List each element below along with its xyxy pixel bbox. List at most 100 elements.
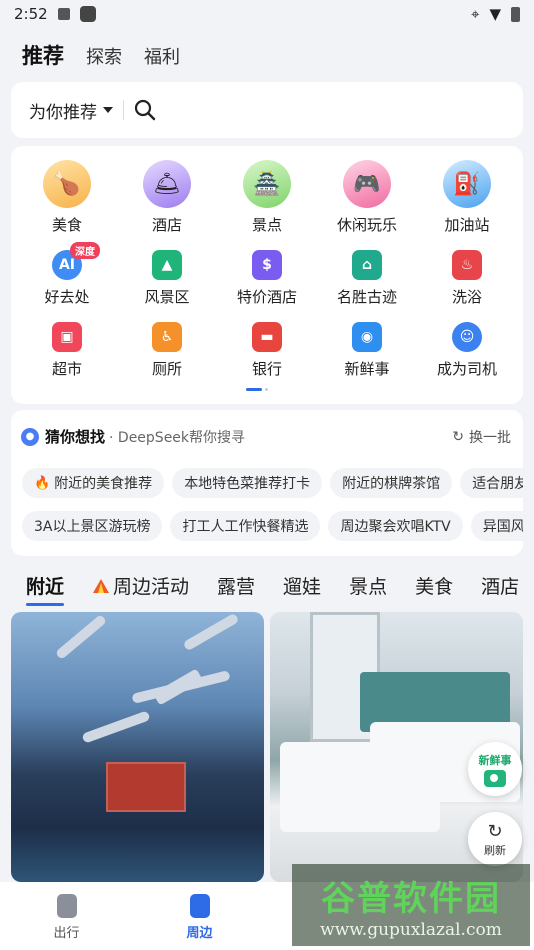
battery-icon (511, 6, 520, 22)
driver-icon: ☺ (452, 322, 482, 352)
grid-item-leisure[interactable]: 🎮 休闲玩乐 (317, 160, 417, 235)
grid-item-landmark[interactable]: ⌂ 名胜古迹 (317, 250, 417, 307)
grid-item-label: 银行 (251, 360, 282, 378)
location-icon: ⌖ (471, 5, 480, 23)
grid-item-scenic[interactable]: ▲ 风景区 (117, 250, 217, 307)
grid-item-driver[interactable]: ☺ 成为司机 (417, 322, 517, 379)
refresh-fab[interactable]: ↻ 刷新 (468, 812, 522, 866)
guess-title: 猜你想找 (45, 428, 106, 446)
cart-icon: ▣ (52, 322, 82, 352)
grid-item-label: 超市 (51, 360, 82, 378)
depth-badge: 深度 (70, 242, 100, 259)
divider (123, 100, 124, 120)
grid-item-label: 新鲜事 (344, 360, 390, 378)
tab-camping[interactable]: 露营 (217, 572, 255, 599)
nav-nearby[interactable]: 周边 (133, 882, 266, 950)
news-post-fab[interactable]: 新鲜事 (468, 742, 522, 796)
guess-subtitle: · DeepSeek帮你搜寻 (109, 429, 246, 446)
nearby-icon (189, 894, 210, 918)
tent-icon (93, 578, 110, 593)
refresh-fab-label: 刷新 (484, 843, 506, 857)
grid-item-attraction[interactable]: 🏯 景点 (217, 160, 317, 235)
grid-item-label: 厕所 (151, 360, 182, 378)
grid-item-supermarket[interactable]: ▣ 超市 (17, 322, 117, 379)
wifi-icon: ▼ (489, 5, 501, 23)
grid-item-discount-hotel[interactable]: $ 特价酒店 (217, 250, 317, 307)
ai-icon: AI 深度 (52, 242, 100, 280)
grid-item-hotel[interactable]: 🛎 酒店 (117, 160, 217, 235)
site-watermark: 谷普软件园 www.gupuxlazal.com (292, 864, 530, 946)
guess-chip[interactable]: 周边聚会欢唱KTV (328, 511, 463, 541)
guess-chip[interactable]: 适合朋友 (460, 468, 523, 498)
grid-item-bath[interactable]: ♨ 洗浴 (417, 250, 517, 307)
guess-chip[interactable]: 3A以上景区游玩榜 (22, 511, 163, 541)
tab-food[interactable]: 美食 (415, 572, 453, 599)
fire-icon: 🔥 (34, 475, 51, 491)
nav-label: 周边 (186, 926, 213, 941)
grid-item-label: 美食 (51, 216, 82, 234)
search-bar[interactable]: 为你推荐 (11, 82, 523, 138)
tab-recommend[interactable]: 推荐 (22, 40, 64, 70)
bank-icon: ▬ (252, 322, 282, 352)
refresh-batch-button[interactable]: ↻ 换一批 (452, 427, 511, 447)
deepseek-bot-icon: ● (21, 427, 39, 446)
watermark-url: www.gupuxlazal.com (320, 919, 502, 940)
guess-chips-row-1: 🔥 附近的美食推荐 本地特色菜推荐打卡 附近的棋牌茶馆 适合朋友 (22, 468, 523, 498)
guess-chip[interactable]: 本地特色菜推荐打卡 (172, 468, 323, 498)
tab-label: 周边活动 (113, 576, 190, 598)
tab-hotel[interactable]: 酒店 (481, 572, 519, 599)
guess-chip[interactable]: 🔥 附近的美食推荐 (22, 468, 165, 498)
grid-item-label: 洗浴 (451, 288, 482, 306)
grid-item-label: 风景区 (144, 288, 190, 306)
tab-kids[interactable]: 遛娃 (283, 572, 321, 599)
guess-section: ● 猜你想找 · DeepSeek帮你搜寻 ↻ 换一批 🔥 附近的美食推荐 本地特… (11, 410, 523, 556)
camera-icon: ◉ (352, 322, 382, 352)
notification-a-icon (57, 8, 70, 20)
caret-down-icon (103, 107, 113, 113)
guess-chip[interactable]: 打工人工作快餐精选 (170, 511, 321, 541)
quick-entry-grid: 🍗 美食 🛎 酒店 🏯 景点 🎮 休闲玩乐 ⛽ 加油站 AI 深度 好去处 ▲ … (11, 146, 523, 404)
grid-item-label: 景点 (251, 216, 282, 234)
tab-attractions[interactable]: 景点 (349, 572, 387, 599)
tab-nearby[interactable]: 附近 (26, 572, 65, 606)
grid-item-food[interactable]: 🍗 美食 (17, 160, 117, 235)
grid-item-label: 名胜古迹 (336, 288, 397, 306)
grid-item-toilet[interactable]: ♿ 厕所 (117, 322, 217, 379)
grid-item-good-places[interactable]: AI 深度 好去处 (17, 242, 117, 307)
recommend-selector-label: 为你推荐 (29, 102, 97, 123)
grid-item-label: 好去处 (44, 288, 90, 306)
feed-card-museum[interactable] (11, 612, 264, 882)
grid-item-label: 成为司机 (436, 360, 497, 378)
travel-icon (56, 894, 77, 918)
grid-item-news[interactable]: ◉ 新鲜事 (317, 322, 417, 379)
grid-item-gas[interactable]: ⛽ 加油站 (417, 160, 517, 235)
tab-explore[interactable]: 探索 (86, 43, 122, 69)
tab-nearby-events[interactable]: 周边活动 (92, 572, 189, 599)
tab-welfare[interactable]: 福利 (144, 43, 180, 69)
gas-station-icon: ⛽ (443, 160, 491, 208)
grid-item-bank[interactable]: ▬ 银行 (217, 322, 317, 379)
refresh-batch-label: 换一批 (469, 429, 511, 446)
food-icon: 🍗 (43, 160, 91, 208)
nav-label: 出行 (53, 926, 80, 941)
category-tabs: 附近 周边活动 露营 遛娃 景点 美食 酒店 (26, 572, 519, 606)
top-tabs: 推荐 探索 福利 (22, 40, 180, 70)
watermark-title: 谷普软件园 (321, 878, 501, 919)
guess-chips-row-2: 3A以上景区游玩榜 打工人工作快餐精选 周边聚会欢唱KTV 异国风 (22, 511, 523, 541)
grid-item-label: 加油站 (444, 216, 490, 234)
grid-item-label: 休闲玩乐 (336, 216, 397, 234)
nav-travel[interactable]: 出行 (0, 882, 133, 950)
page-indicator (246, 388, 268, 391)
camera-icon (484, 769, 506, 787)
search-icon[interactable] (134, 99, 156, 121)
hotel-icon: 🛎 (143, 160, 191, 208)
refresh-icon: ↻ (452, 428, 464, 445)
refresh-icon: ↻ (487, 820, 503, 842)
recommend-selector[interactable]: 为你推荐 (29, 98, 113, 123)
guess-chip[interactable]: 异国风 (470, 511, 523, 541)
guess-chip[interactable]: 附近的棋牌茶馆 (330, 468, 453, 498)
attraction-icon: 🏯 (243, 160, 291, 208)
game-icon: 🎮 (343, 160, 391, 208)
guess-header: ● 猜你想找 · DeepSeek帮你搜寻 ↻ 换一批 (21, 426, 511, 447)
status-bar: 2:52 ⌖ ▼ (0, 0, 534, 28)
